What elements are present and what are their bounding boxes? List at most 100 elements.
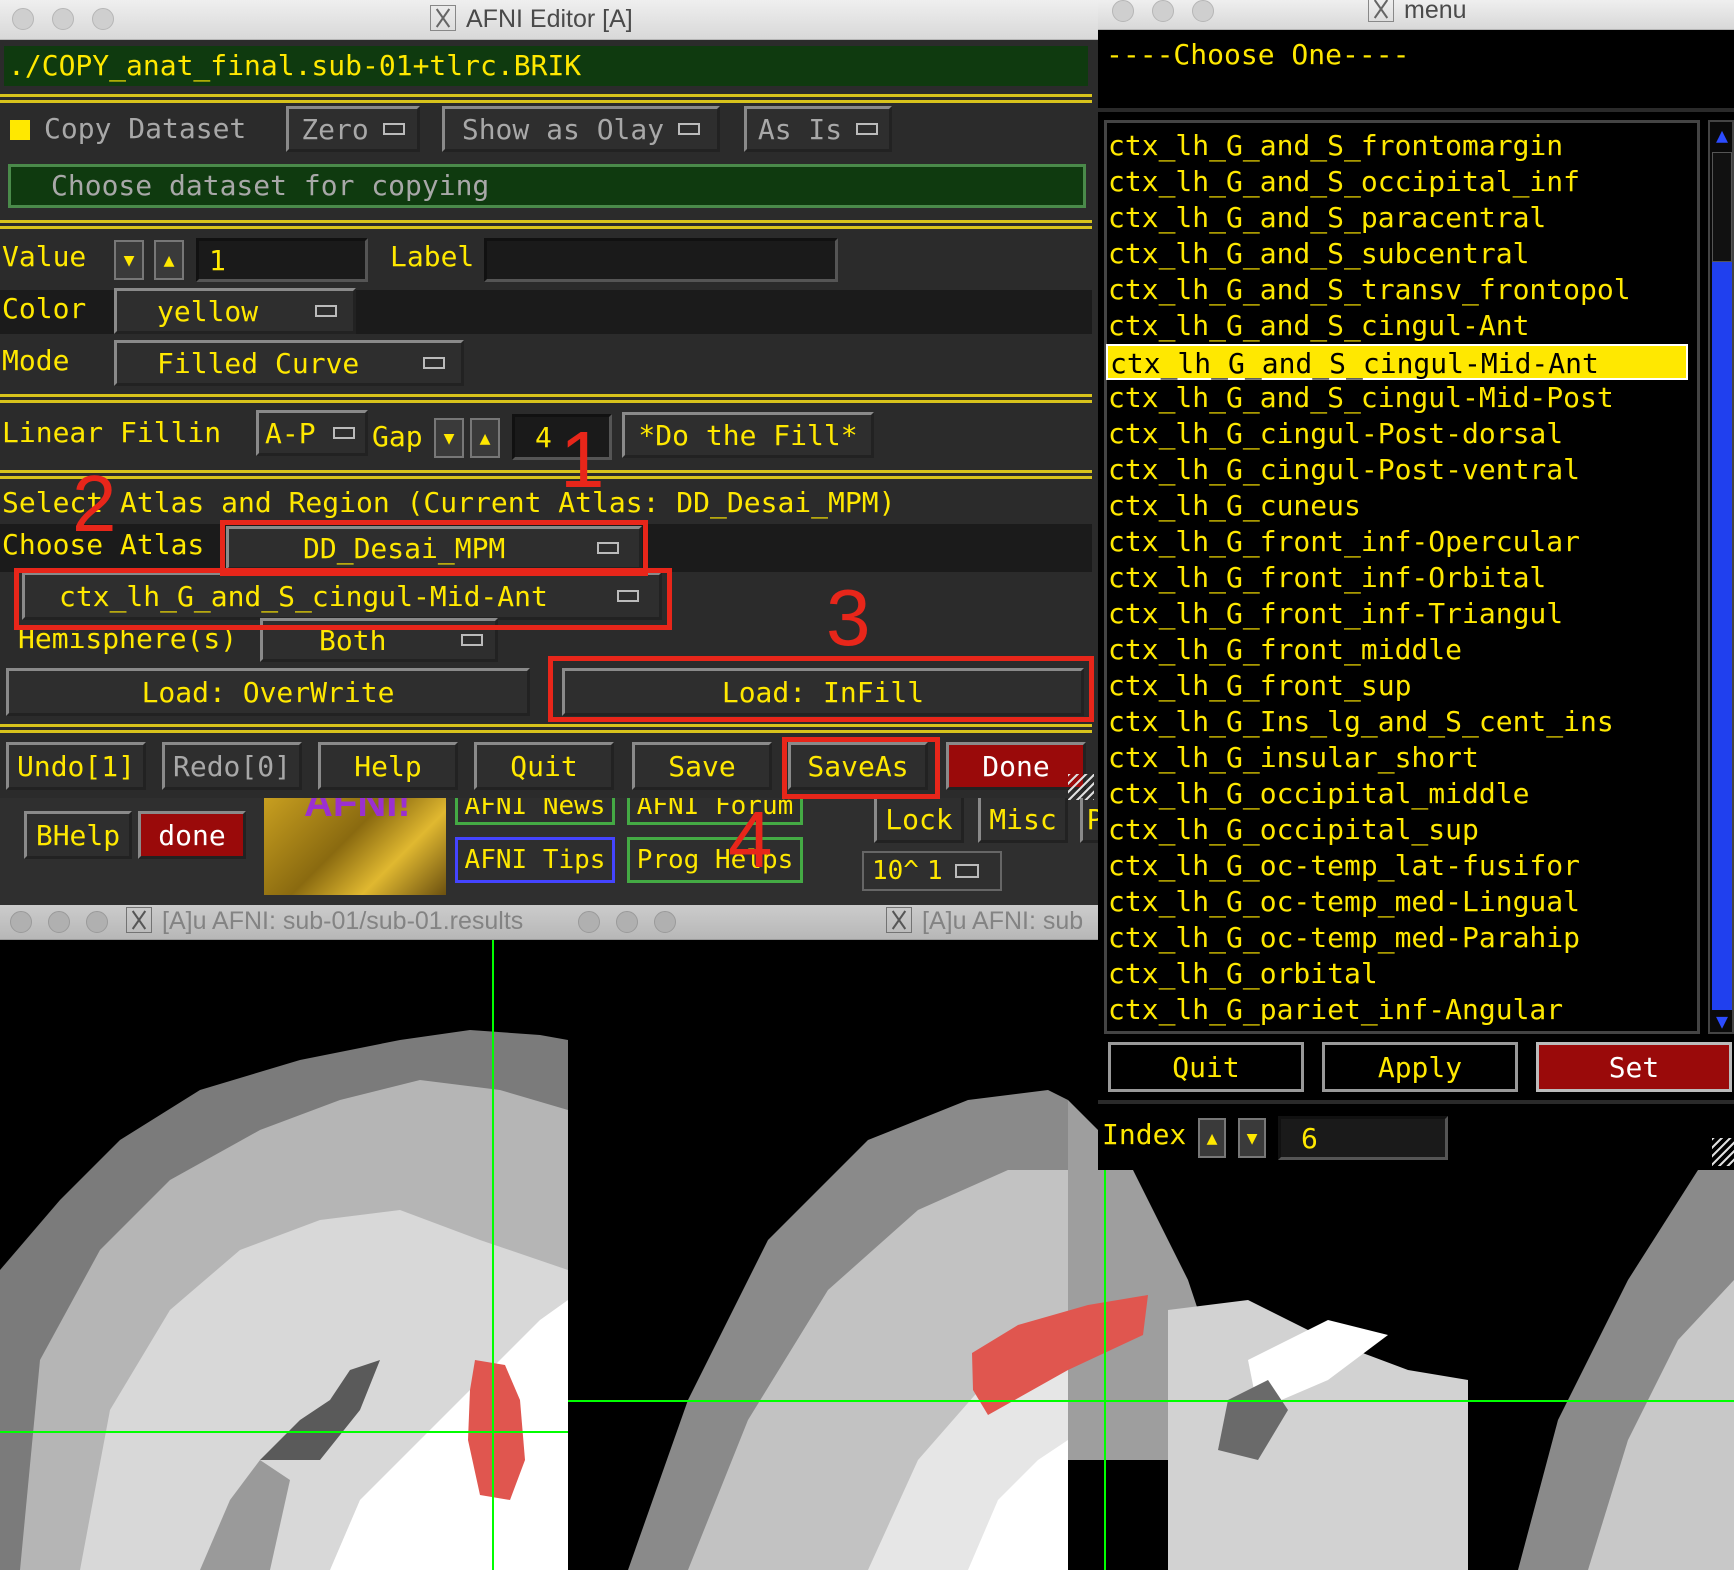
dropdown-indicator-icon [856,123,879,135]
menu-list-item[interactable]: ctx_lh_G_front_middle [1108,632,1462,668]
afni-main-strip: BHelp done AFNI! AFNI News AFNI Forum AF… [0,781,1110,905]
menu-list-item[interactable]: ctx_lh_G_and_S_subcentral [1108,236,1529,272]
menu-list-item[interactable]: ctx_lh_G_front_sup [1108,668,1411,704]
menu-list-item[interactable]: ctx_lh_G_cingul-Post-dorsal [1108,416,1563,452]
dropdown-indicator-icon [333,427,355,439]
afni-logo: AFNI! [264,781,446,895]
scroll-down-icon[interactable]: ▼ [1711,1010,1733,1032]
as-is-dropdown[interactable]: As Is [744,106,892,152]
dropdown-indicator-icon [423,357,445,369]
save-button[interactable]: Save [632,742,772,790]
highlight-region-dropdown [14,568,672,630]
menu-list-item[interactable]: ctx_lh_G_and_S_cingul-Ant [1108,308,1529,344]
menu-list-item[interactable]: ctx_lh_G_front_inf-Orbital [1108,560,1546,596]
viewer-right-titlebar: [A]u AFNI: sub [568,905,1098,940]
menu-list-item[interactable]: ctx_lh_G_cuneus [1108,488,1361,524]
misc-button[interactable]: Misc [978,795,1068,843]
index-increment-icon[interactable]: ▲ [1198,1118,1226,1158]
done-main-button[interactable]: done [138,811,246,859]
menu-list-item[interactable]: ctx_lh_G_and_S_frontomargin [1108,128,1563,164]
menu-list-item[interactable]: ctx_lh_G_and_S_cingul-Mid-Ant [1106,344,1688,380]
undo-button[interactable]: Undo[1] [6,742,146,790]
menu-list-item[interactable]: ctx_lh_G_and_S_paracentral [1108,200,1546,236]
annotation-1: 1 [560,415,605,504]
minimize-window-icon[interactable] [1152,0,1174,22]
menu-set-button[interactable]: Set [1536,1042,1732,1092]
dropdown-indicator-icon [382,123,405,135]
bhelp-button[interactable]: BHelp [24,811,132,859]
mode-label: Mode [2,344,70,377]
x11-icon [430,5,456,31]
menu-list-item[interactable]: ctx_lh_G_pariet_inf-Angular [1108,992,1563,1028]
zero-dropdown[interactable]: Zero [286,106,420,152]
power-control[interactable]: 10^ 1 [862,851,1002,891]
menu-list-item[interactable]: ctx_lh_G_and_S_transv_frontopol [1108,272,1631,308]
menu-resize-grip-icon[interactable] [1712,1138,1734,1166]
load-overwrite-button[interactable]: Load: OverWrite [6,668,530,716]
scroll-up-icon[interactable]: ▲ [1711,124,1733,146]
scrollbar-track[interactable] [1712,262,1732,1010]
menu-list-item[interactable]: ctx_lh_G_Ins_lg_and_S_cent_ins [1108,704,1614,740]
menu-list-item[interactable]: ctx_lh_G_front_inf-Opercular [1108,524,1580,560]
resize-grip-icon[interactable] [1068,774,1094,800]
menu-list-item[interactable]: ctx_lh_G_occipital_sup [1108,812,1479,848]
close-window-icon[interactable] [1112,0,1134,22]
index-label: Index [1102,1118,1187,1151]
value-field[interactable]: 1 [196,238,368,282]
color-dropdown[interactable]: yellow [114,288,356,334]
x11-icon [126,907,152,933]
menu-scrollbar[interactable]: ▲ ▼ [1708,120,1734,1034]
value-decrement-icon[interactable]: ▼ [114,240,144,280]
minimize-window-icon[interactable] [52,8,74,30]
menu-list-item[interactable]: ctx_lh_G_oc-temp_lat-fusifor [1108,848,1580,884]
show-as-olay-dropdown[interactable]: Show as Olay [442,106,720,152]
done-button[interactable]: Done [946,742,1086,790]
menu-list-item[interactable]: ctx_lh_G_front_inf-Triangul [1108,596,1563,632]
brain-slice-left [0,940,568,1570]
menu-quit-button[interactable]: Quit [1108,1042,1304,1092]
gap-increment-icon[interactable]: ▲ [470,418,500,458]
index-field[interactable]: 6 [1278,1116,1448,1160]
dropdown-indicator-icon [315,305,337,317]
zoom-window-icon[interactable] [92,8,114,30]
prog-helps-button[interactable]: Prog Helps [627,837,803,883]
menu-list-item[interactable]: ctx_lh_G_insular_short [1108,740,1479,776]
index-decrement-icon[interactable]: ▼ [1238,1118,1266,1158]
power-value: 1 [926,856,943,886]
help-button[interactable]: Help [318,742,458,790]
menu-apply-button[interactable]: Apply [1322,1042,1518,1092]
atlas-heading: Select Atlas and Region (Current Atlas: … [2,486,896,519]
value-increment-icon[interactable]: ▲ [154,240,184,280]
dropdown-indicator-icon [461,634,483,646]
choose-dataset-button[interactable]: Choose dataset for copying [8,164,1086,208]
x11-icon [1368,0,1394,22]
viewer-left[interactable] [0,940,568,1570]
redo-button[interactable]: Redo[0] [162,742,302,790]
menu-list-item[interactable]: ctx_lh_G_occipital_middle [1108,776,1529,812]
menu-list-item[interactable]: ctx_lh_G_and_S_cingul-Mid-Post [1108,380,1614,416]
annotation-2: 2 [72,459,117,548]
close-window-icon[interactable] [12,8,34,30]
scrollbar-thumb[interactable] [1712,152,1732,262]
quit-button[interactable]: Quit [474,742,614,790]
menu-list-item[interactable]: ctx_lh_G_oc-temp_med-Lingual [1108,884,1580,920]
do-the-fill-button[interactable]: *Do the Fill* [622,412,874,458]
menu-list-item[interactable]: ctx_lh_G_and_S_occipital_inf [1108,164,1580,200]
viewer-left-title: [A]u AFNI: sub-01/sub-01.results [126,907,523,936]
menu-list-item[interactable]: ctx_lh_G_orbital [1108,956,1378,992]
label-field[interactable] [484,238,838,282]
x11-icon [886,907,912,933]
dataset-path: ./COPY_anat_final.sub-01+tlrc.BRIK [4,46,1088,86]
menu-titlebar[interactable]: menu [1098,0,1734,30]
editor-titlebar[interactable]: AFNI Editor [A] [0,0,1098,40]
fillin-direction-dropdown[interactable]: A-P [256,410,368,456]
copy-dataset-checkbox[interactable] [10,120,30,140]
mode-dropdown[interactable]: Filled Curve [114,340,464,386]
menu-list-item[interactable]: ctx_lh_G_cingul-Post-ventral [1108,452,1580,488]
editor-title: AFNI Editor [A] [430,5,633,34]
zoom-window-icon[interactable] [1192,0,1214,22]
gap-decrement-icon[interactable]: ▼ [434,418,464,458]
afni-tips-button[interactable]: AFNI Tips [455,837,615,883]
menu-list-item[interactable]: ctx_lh_G_oc-temp_med-Parahip [1108,920,1580,956]
lock-button[interactable]: Lock [874,795,964,843]
